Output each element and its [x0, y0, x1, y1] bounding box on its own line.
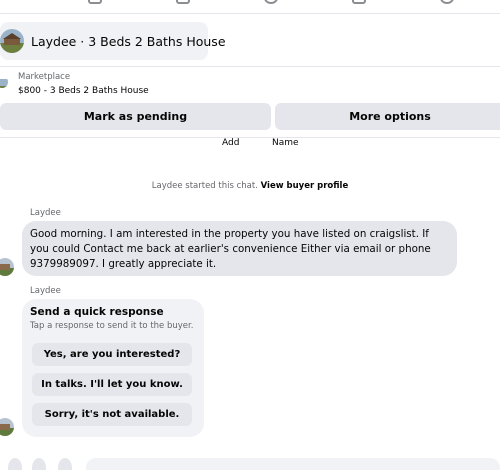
chat-started-notice: Laydee started this chat. View buyer pro…	[0, 181, 500, 191]
message-bubble: Good morning. I am interested in the pro…	[22, 221, 457, 276]
more-options-button[interactable]: More options	[275, 103, 500, 130]
composer-icon[interactable]	[32, 458, 46, 470]
mark-as-pending-button[interactable]: Mark as pending	[0, 103, 271, 130]
gaming-icon[interactable]	[440, 0, 454, 4]
message-text: Good morning. I am interested in the pro…	[30, 228, 431, 270]
listing-summary[interactable]: $800 - 3 Beds 2 Baths House	[18, 86, 149, 96]
listing-thumbnail-small	[0, 76, 8, 88]
chat-started-text: Laydee started this chat.	[151, 181, 261, 191]
add-link[interactable]: Add	[222, 138, 239, 148]
composer-icon[interactable]	[58, 458, 72, 470]
name-link[interactable]: Name	[272, 138, 299, 148]
home-icon[interactable]	[88, 0, 102, 4]
conversation-header[interactable]: Laydee · 3 Beds 2 Baths House	[0, 22, 226, 60]
actions-divider	[0, 137, 500, 138]
quick-response-in-talks-button[interactable]: In talks. I'll let you know.	[32, 373, 192, 396]
groups-icon[interactable]	[352, 0, 366, 4]
quick-response-title: Send a quick response	[30, 306, 164, 318]
view-buyer-profile-link[interactable]: View buyer profile	[261, 181, 349, 191]
message-input[interactable]	[86, 458, 500, 470]
quick-response-card: Send a quick response Tap a response to …	[22, 299, 204, 437]
composer-icon[interactable]	[8, 458, 22, 470]
marketplace-icon[interactable]	[264, 0, 278, 4]
marketplace-label: Marketplace	[18, 72, 71, 82]
quick-response-not-available-button[interactable]: Sorry, it's not available.	[32, 403, 192, 426]
top-navigation-bar	[0, 0, 500, 14]
video-icon[interactable]	[176, 0, 190, 4]
message-sender: Laydee	[30, 208, 61, 218]
sender-avatar[interactable]	[0, 258, 14, 276]
conversation-title: Laydee · 3 Beds 2 Baths House	[31, 33, 226, 49]
header-divider	[0, 66, 500, 67]
message-sender: Laydee	[30, 286, 61, 296]
listing-thumbnail	[0, 29, 24, 53]
sender-avatar[interactable]	[0, 418, 14, 436]
quick-response-subtitle: Tap a response to send it to the buyer.	[30, 321, 194, 331]
quick-response-yes-button[interactable]: Yes, are you interested?	[32, 343, 192, 366]
